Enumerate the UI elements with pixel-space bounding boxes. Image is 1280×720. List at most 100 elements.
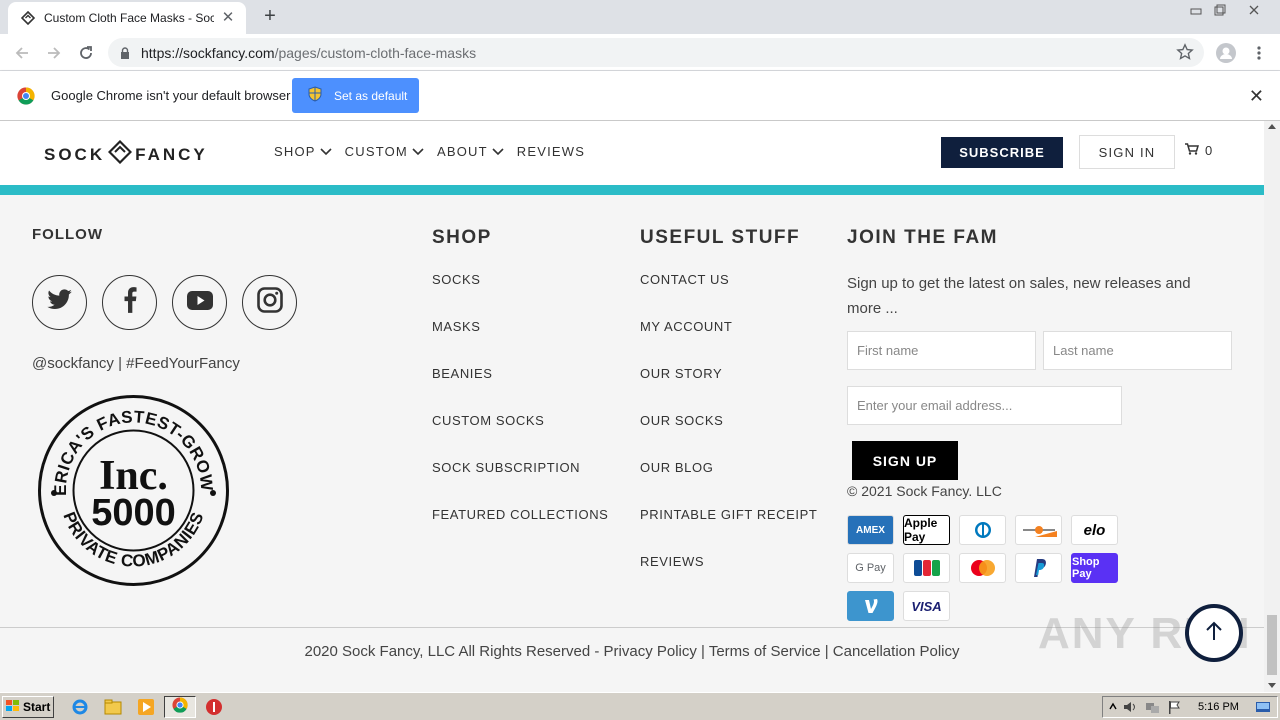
youtube-link[interactable] — [172, 275, 227, 330]
new-tab-button[interactable]: + — [258, 5, 282, 29]
page-viewport: SOCK FANCY SHOP CUSTOM ABOUT REVIEWS SUB… — [0, 121, 1264, 692]
diners-club-icon — [959, 515, 1006, 545]
amex-label: AMEX — [856, 524, 885, 536]
footer-link-gift-receipt[interactable]: PRINTABLE GIFT RECEIPT — [640, 508, 817, 555]
sign-in-button[interactable]: SIGN IN — [1079, 135, 1175, 169]
antivirus-icon[interactable] — [205, 698, 223, 716]
shop-pay-label: Shop Pay — [1072, 556, 1100, 580]
subscribe-button[interactable]: SUBSCRIBE — [941, 137, 1063, 168]
footer-link-sock-subscription[interactable]: SOCK SUBSCRIPTION — [432, 461, 608, 508]
nav-label: CUSTOM — [344, 144, 408, 159]
forward-arrow-icon[interactable] — [42, 41, 66, 65]
first-name-field[interactable]: First name — [847, 331, 1036, 370]
url-path: /pages/custom-cloth-face-masks — [274, 45, 477, 61]
inc-badge-line2: 5000 — [91, 492, 176, 534]
chrome-taskbar-icon — [172, 696, 188, 718]
window-close-icon[interactable] — [1242, 0, 1266, 20]
nav-label: REVIEWS — [516, 144, 586, 159]
bookmark-star-icon[interactable] — [1176, 43, 1194, 66]
newsletter-signup: JOIN THE FAM Sign up to get the latest o… — [847, 227, 1237, 621]
lock-icon — [120, 46, 130, 64]
paypal-icon — [1015, 553, 1062, 583]
cancellation-policy-link[interactable]: Cancellation Policy — [833, 643, 960, 660]
sign-up-button[interactable]: SIGN UP — [852, 441, 958, 480]
infobar-close-icon[interactable]: ✕ — [1249, 86, 1264, 107]
google-pay-label: G Pay — [855, 562, 886, 574]
nav-about[interactable]: ABOUT — [437, 144, 504, 159]
scrollbar-thumb[interactable] — [1267, 615, 1277, 675]
url-host: https://sockfancy.com — [141, 45, 275, 61]
visa-icon: VISA — [903, 591, 950, 621]
start-button[interactable]: Start — [2, 696, 54, 718]
google-pay-icon: G Pay — [847, 553, 894, 583]
tray-expand-icon[interactable] — [1109, 700, 1117, 719]
menu-kebab-icon[interactable] — [1247, 41, 1271, 65]
elo-label: elo — [1083, 521, 1106, 539]
tab-close-icon[interactable]: ✕ — [220, 10, 236, 26]
footer-link-masks[interactable]: MASKS — [432, 320, 608, 367]
address-bar[interactable]: https://sockfancy.com/pages/custom-cloth… — [108, 38, 1204, 67]
instagram-icon — [256, 287, 283, 318]
nav-shop[interactable]: SHOP — [274, 144, 332, 159]
scroll-up-arrow-icon[interactable] — [1268, 124, 1276, 129]
footer-link-reviews[interactable]: REVIEWS — [640, 555, 817, 602]
apple-pay-label: Apple Pay — [904, 516, 938, 544]
cart-icon — [1185, 143, 1200, 158]
taskbar-chrome-window[interactable] — [164, 696, 196, 718]
discover-icon — [1015, 515, 1062, 545]
footer-link-beanies[interactable]: BEANIES — [432, 367, 608, 414]
footer-link-my-account[interactable]: MY ACCOUNT — [640, 320, 817, 367]
action-center-flag-icon[interactable] — [1167, 700, 1181, 719]
last-name-field[interactable]: Last name — [1043, 331, 1232, 370]
accent-bar — [0, 185, 1264, 195]
footer-link-featured-collections[interactable]: FEATURED COLLECTIONS — [432, 508, 608, 555]
shop-pay-icon: Shop Pay — [1071, 553, 1118, 583]
internet-explorer-icon[interactable] — [71, 698, 89, 716]
browser-tabstrip: Custom Cloth Face Masks - Sock Fancy ✕ + — [0, 0, 1280, 34]
reload-icon[interactable] — [74, 41, 98, 65]
back-to-top-button[interactable] — [1185, 604, 1243, 662]
minimize-icon[interactable] — [1184, 0, 1208, 20]
shop-heading: SHOP — [432, 227, 492, 248]
sockfancy-logo[interactable]: SOCK FANCY — [44, 139, 208, 169]
email-field[interactable]: Enter your email address... — [847, 386, 1122, 425]
page-scrollbar[interactable] — [1264, 121, 1280, 692]
file-explorer-icon[interactable] — [104, 698, 122, 716]
jcb-icon — [903, 553, 950, 583]
back-arrow-icon[interactable] — [10, 41, 34, 65]
terms-of-service-link[interactable]: Terms of Service — [709, 643, 821, 660]
footer-link-socks[interactable]: SOCKS — [432, 273, 608, 320]
elo-icon: elo — [1071, 515, 1118, 545]
media-player-icon[interactable] — [137, 698, 155, 716]
legal-prefix: 2020 Sock Fancy, LLC All Rights Reserved… — [304, 643, 604, 660]
facebook-icon — [123, 287, 137, 318]
privacy-policy-link[interactable]: Privacy Policy — [604, 643, 697, 660]
set-as-default-button[interactable]: Set as default — [292, 78, 419, 113]
set-as-default-label: Set as default — [334, 88, 408, 103]
instagram-link[interactable] — [242, 275, 297, 330]
join-heading: JOIN THE FAM — [847, 227, 999, 248]
chevron-down-icon — [492, 144, 504, 159]
chrome-logo-icon — [17, 87, 35, 110]
footer-link-our-blog[interactable]: OUR BLOG — [640, 461, 817, 508]
twitter-link[interactable] — [32, 275, 87, 330]
network-icon[interactable] — [1145, 700, 1161, 719]
nav-reviews[interactable]: REVIEWS — [517, 144, 585, 159]
profile-avatar-icon[interactable] — [1214, 41, 1238, 65]
footer-link-contact-us[interactable]: CONTACT US — [640, 273, 817, 320]
url-text: https://sockfancy.com/pages/custom-cloth… — [141, 45, 476, 61]
footer-link-our-story[interactable]: OUR STORY — [640, 367, 817, 414]
show-desktop-icon[interactable] — [1255, 700, 1271, 719]
mastercard-icon — [959, 553, 1006, 583]
footer-link-custom-socks[interactable]: CUSTOM SOCKS — [432, 414, 608, 461]
facebook-link[interactable] — [102, 275, 157, 330]
nav-custom[interactable]: CUSTOM — [345, 144, 424, 159]
browser-tab[interactable]: Custom Cloth Face Masks - Sock Fancy ✕ — [8, 2, 246, 34]
scroll-down-arrow-icon[interactable] — [1268, 683, 1276, 688]
volume-icon[interactable] — [1123, 700, 1139, 719]
restore-icon[interactable] — [1208, 0, 1232, 20]
visa-label: VISA — [911, 598, 942, 614]
footer-link-our-socks[interactable]: OUR SOCKS — [640, 414, 817, 461]
windows-taskbar: Start 5:16 PM — [0, 692, 1280, 720]
cart-link[interactable]: 0 — [1185, 143, 1212, 158]
